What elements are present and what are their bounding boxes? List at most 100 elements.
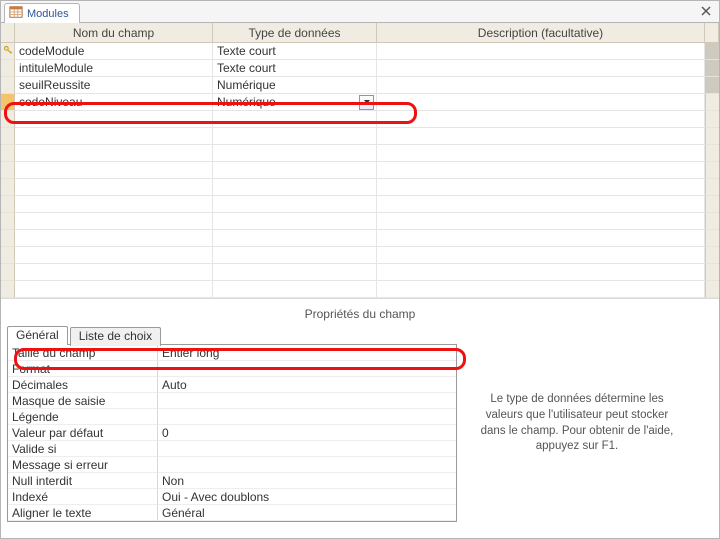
field-row[interactable] — [1, 247, 719, 264]
row-selector[interactable] — [1, 230, 15, 247]
field-name-cell[interactable] — [15, 247, 213, 264]
data-type-cell[interactable]: Texte court — [213, 43, 377, 60]
row-selector[interactable] — [1, 281, 15, 298]
data-type-cell[interactable] — [213, 213, 377, 230]
field-name-cell[interactable] — [15, 128, 213, 145]
property-value[interactable]: Oui - Avec doublons — [158, 489, 456, 505]
scroll-gutter[interactable] — [705, 77, 719, 94]
field-row[interactable] — [1, 111, 719, 128]
description-cell[interactable] — [377, 94, 705, 111]
row-selector[interactable] — [1, 179, 15, 196]
field-name-cell[interactable] — [15, 213, 213, 230]
property-label: Null interdit — [8, 473, 158, 489]
field-name-cell[interactable] — [15, 196, 213, 213]
field-row[interactable] — [1, 264, 719, 281]
field-name-cell[interactable] — [15, 230, 213, 247]
data-type-cell[interactable]: Numérique — [213, 77, 377, 94]
data-type-cell[interactable] — [213, 179, 377, 196]
property-value[interactable] — [158, 409, 456, 425]
field-name-cell[interactable]: codeModule — [15, 43, 213, 60]
row-selector[interactable] — [1, 162, 15, 179]
property-value[interactable] — [158, 457, 456, 473]
data-type-cell[interactable] — [213, 111, 377, 128]
field-row[interactable] — [1, 179, 719, 196]
data-type-cell[interactable] — [213, 247, 377, 264]
data-type-cell[interactable] — [213, 162, 377, 179]
description-cell[interactable] — [377, 196, 705, 213]
field-name-cell[interactable]: codeNiveau — [15, 94, 213, 111]
field-name-cell[interactable] — [15, 162, 213, 179]
property-value[interactable] — [158, 441, 456, 457]
data-type-cell[interactable] — [213, 128, 377, 145]
field-row[interactable] — [1, 213, 719, 230]
row-selector[interactable] — [1, 247, 15, 264]
row-selector[interactable] — [1, 60, 15, 77]
description-cell[interactable] — [377, 145, 705, 162]
property-value[interactable]: Non — [158, 473, 456, 489]
field-row[interactable] — [1, 162, 719, 179]
data-type-dropdown-button[interactable] — [359, 95, 374, 110]
row-selector[interactable] — [1, 213, 15, 230]
data-type-cell[interactable] — [213, 281, 377, 298]
field-row[interactable]: codeNiveauNumérique — [1, 94, 719, 111]
field-name-cell[interactable] — [15, 281, 213, 298]
data-type-cell[interactable] — [213, 196, 377, 213]
field-name-cell[interactable]: seuilReussite — [15, 77, 213, 94]
tab-lookup[interactable]: Liste de choix — [70, 327, 161, 346]
data-type-cell[interactable]: Texte court — [213, 60, 377, 77]
property-value[interactable]: Auto — [158, 377, 456, 393]
property-value[interactable] — [158, 393, 456, 409]
row-selector[interactable] — [1, 145, 15, 162]
description-cell[interactable] — [377, 264, 705, 281]
field-name-cell[interactable] — [15, 179, 213, 196]
field-row[interactable] — [1, 230, 719, 247]
field-row[interactable]: codeModuleTexte court — [1, 43, 719, 60]
header-data-type[interactable]: Type de données — [213, 23, 377, 43]
field-name-cell[interactable] — [15, 145, 213, 162]
field-name-cell[interactable]: intituleModule — [15, 60, 213, 77]
property-value[interactable] — [158, 361, 456, 377]
field-row[interactable]: intituleModuleTexte court — [1, 60, 719, 77]
header-description[interactable]: Description (facultative) — [377, 23, 705, 43]
description-cell[interactable] — [377, 43, 705, 60]
field-row[interactable]: seuilReussiteNumérique — [1, 77, 719, 94]
field-name-cell[interactable] — [15, 111, 213, 128]
row-selector[interactable] — [1, 43, 15, 60]
description-cell[interactable] — [377, 77, 705, 94]
description-cell[interactable] — [377, 60, 705, 77]
description-cell[interactable] — [377, 247, 705, 264]
data-type-cell[interactable] — [213, 145, 377, 162]
scroll-gutter — [705, 111, 719, 128]
property-value[interactable]: 0 — [158, 425, 456, 441]
field-row[interactable] — [1, 128, 719, 145]
object-tab-modules[interactable]: Modules — [4, 3, 80, 23]
property-value[interactable]: Général — [158, 505, 456, 521]
scroll-gutter[interactable] — [705, 60, 719, 77]
close-tab-button[interactable] — [699, 4, 713, 18]
row-selector[interactable] — [1, 264, 15, 281]
field-row[interactable] — [1, 145, 719, 162]
data-type-cell[interactable] — [213, 264, 377, 281]
description-cell[interactable] — [377, 230, 705, 247]
scroll-gutter[interactable] — [705, 43, 719, 60]
description-cell[interactable] — [377, 128, 705, 145]
header-field-name[interactable]: Nom du champ — [15, 23, 213, 43]
row-selector[interactable] — [1, 196, 15, 213]
row-selector[interactable] — [1, 111, 15, 128]
row-selector[interactable] — [1, 128, 15, 145]
field-name-cell[interactable] — [15, 264, 213, 281]
description-cell[interactable] — [377, 213, 705, 230]
tab-general[interactable]: Général — [7, 326, 68, 345]
description-cell[interactable] — [377, 281, 705, 298]
row-selector[interactable] — [1, 77, 15, 94]
description-cell[interactable] — [377, 179, 705, 196]
data-type-cell[interactable]: Numérique — [213, 94, 377, 111]
row-selector[interactable] — [1, 94, 15, 111]
property-value[interactable]: Entier long — [158, 345, 456, 361]
data-type-cell[interactable] — [213, 230, 377, 247]
field-row[interactable] — [1, 281, 719, 298]
description-cell[interactable] — [377, 162, 705, 179]
field-row[interactable] — [1, 196, 719, 213]
properties-title: Propriétés du champ — [1, 307, 719, 321]
description-cell[interactable] — [377, 111, 705, 128]
